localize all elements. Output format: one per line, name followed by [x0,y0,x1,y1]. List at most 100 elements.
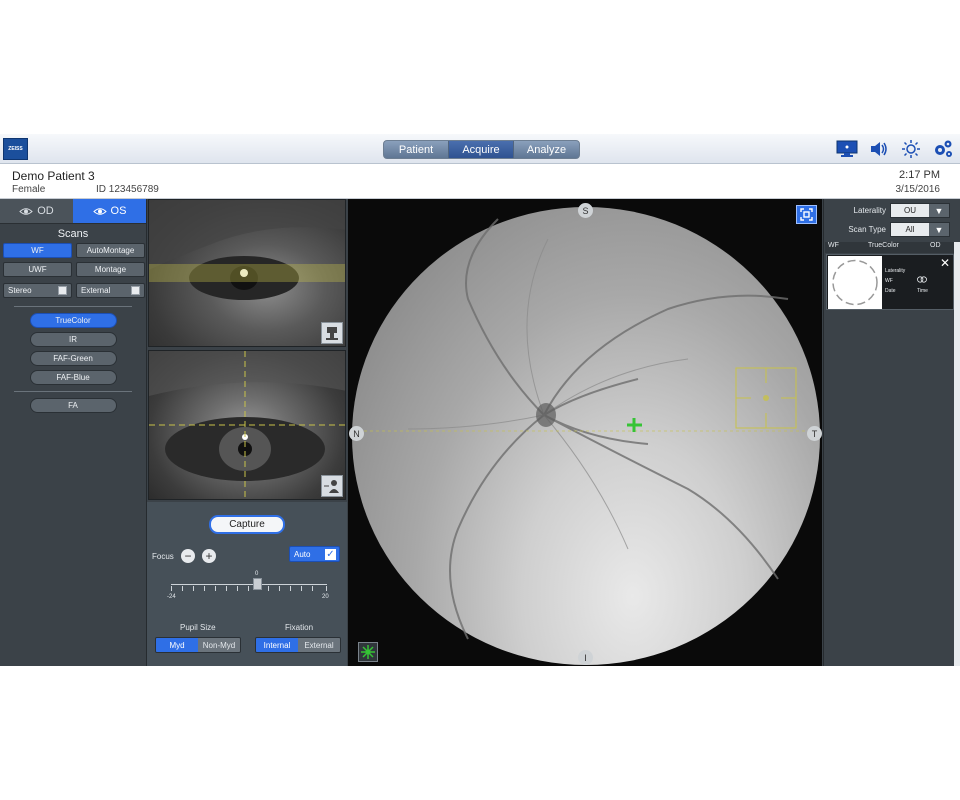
expand-icon[interactable] [796,205,817,224]
scrollbar[interactable] [954,242,960,666]
both-eyes-icon [917,276,927,285]
patient-id: ID 123456789 [96,184,159,195]
focus-plus-button[interactable]: + [202,549,216,563]
thumbnail-image [828,256,882,309]
scan-type-buttons: WF AutoMontage UWF Montage [0,243,146,277]
fixation-selector: Internal External [255,637,341,653]
speaker-icon[interactable] [868,138,890,160]
tab-os-label: OS [110,205,127,217]
slider-tick [248,586,249,591]
scans-title: Scans [57,228,89,240]
thumb-eye: OD [930,242,941,249]
stereo-checkbox[interactable] [58,286,67,295]
focus-slider-track[interactable] [171,584,327,585]
external-camera-view [148,199,346,347]
laterality-label: Laterality [853,206,886,215]
direction-temporal: T [807,426,822,441]
current-date: 3/15/2016 [895,184,941,195]
scan-montage-button[interactable]: Montage [76,262,145,277]
laterality-value: OU [891,204,929,217]
laterality-filter: Laterality OU ▼ [824,203,954,219]
eye-tabs: OD OS [0,199,146,224]
top-icons [836,138,954,160]
scan-settings-panel: OD OS Scans WF AutoMontage UWF Montage S… [0,199,147,666]
scan-type-filter: Scan Type All ▼ [824,222,954,238]
slider-tick [237,586,238,591]
external-label: External [81,286,111,295]
scan-type-label: Scan Type [848,225,886,234]
fixation-target-icon[interactable] [358,642,378,662]
mode-faf-green-button[interactable]: FAF-Green [29,351,117,366]
tab-analyze[interactable]: Analyze [514,141,579,158]
pupil-myd-button[interactable]: Myd [156,638,198,652]
thumb-time-label: Time [917,288,928,294]
fixation-label: Fixation [285,623,314,632]
fixation-internal-button[interactable]: Internal [256,638,298,652]
mode-fa-button[interactable]: FA [29,398,117,413]
focus-label: Focus [152,552,174,561]
scan-type-dropdown[interactable]: All ▼ [890,222,950,237]
focus-minus-button[interactable]: − [181,549,195,563]
scan-toggles: Stereo External [0,283,146,298]
laterality-dropdown[interactable]: OU ▼ [890,203,950,218]
thumbnail-card[interactable]: Laterality WF Date Time ✕ [826,254,954,310]
retina-overlay [352,218,818,640]
thumb-laterality-label: Laterality [885,268,906,274]
thumb-mode: TrueColor [868,242,899,249]
top-bar: ZEISS Patient Acquire Analyze [0,134,960,164]
slider-tick [268,586,269,591]
fixation-external-button[interactable]: External [298,638,340,652]
slider-tick [182,586,183,591]
tab-patient[interactable]: Patient [384,141,449,158]
mode-ir-button[interactable]: IR [29,332,117,347]
slider-tick [204,586,205,591]
divider [14,306,132,307]
external-toggle[interactable]: External [76,283,145,298]
pupil-non-myd-button[interactable]: Non-Myd [198,638,240,652]
pupil-size-label: Pupil Size [180,623,216,632]
capture-button[interactable]: Capture [209,515,285,534]
image-browser-panel: Laterality OU ▼ Scan Type All ▼ WF TrueC… [823,199,960,666]
slider-tick [226,586,227,591]
tab-acquire[interactable]: Acquire [449,141,514,158]
patient-sex: Female [12,184,46,195]
slider-tick [312,586,313,591]
direction-inferior: I [578,650,593,665]
slider-tick [301,586,302,591]
zeiss-logo: ZEISS [3,138,28,160]
focus-slider-thumb[interactable] [253,578,262,590]
chevron-down-icon[interactable]: ▼ [929,204,949,217]
eye-icon [19,207,33,215]
thumb-date-label: Date [885,288,896,294]
auto-checkbox[interactable]: ✓ [325,549,336,560]
external-checkbox[interactable] [131,286,140,295]
mode-faf-blue-button[interactable]: FAF-Blue [29,370,117,385]
scan-uwf-button[interactable]: UWF [3,262,72,277]
mode-truecolor-button[interactable]: TrueColor [29,313,117,328]
close-icon[interactable]: ✕ [940,257,950,269]
fundus-live-view[interactable]: S I N T [348,199,822,666]
stereo-label: Stereo [8,286,32,295]
stereo-toggle[interactable]: Stereo [3,283,72,298]
alignment-icon[interactable] [321,475,343,497]
current-time: 2:17 PM [899,169,940,181]
thumb-scan: WF [828,242,839,249]
capture-controls: Capture Focus − + Auto ✓ 0 -24 20 Pupil … [147,502,347,666]
brightness-icon[interactable] [900,138,922,160]
scan-wf-button[interactable]: WF [3,243,72,258]
auto-focus-toggle[interactable]: Auto ✓ [289,546,340,562]
slider-value: 0 [255,571,259,577]
camera-icon[interactable] [321,322,343,344]
auto-label: Auto [294,549,311,559]
chevron-down-icon[interactable]: ▼ [929,223,949,236]
app-window: ZEISS Patient Acquire Analyze Demo Patie… [0,134,960,666]
scan-automontage-button[interactable]: AutoMontage [76,243,145,258]
tab-od[interactable]: OD [0,199,73,224]
pupil-camera-view [148,350,346,500]
eye-icon [92,207,107,215]
thumbnail-header: WF TrueColor OD [825,242,954,253]
tab-os[interactable]: OS [73,199,146,224]
slider-max-label: 20 [322,594,329,600]
monitor-icon[interactable] [836,138,858,160]
settings-icon[interactable] [932,138,954,160]
